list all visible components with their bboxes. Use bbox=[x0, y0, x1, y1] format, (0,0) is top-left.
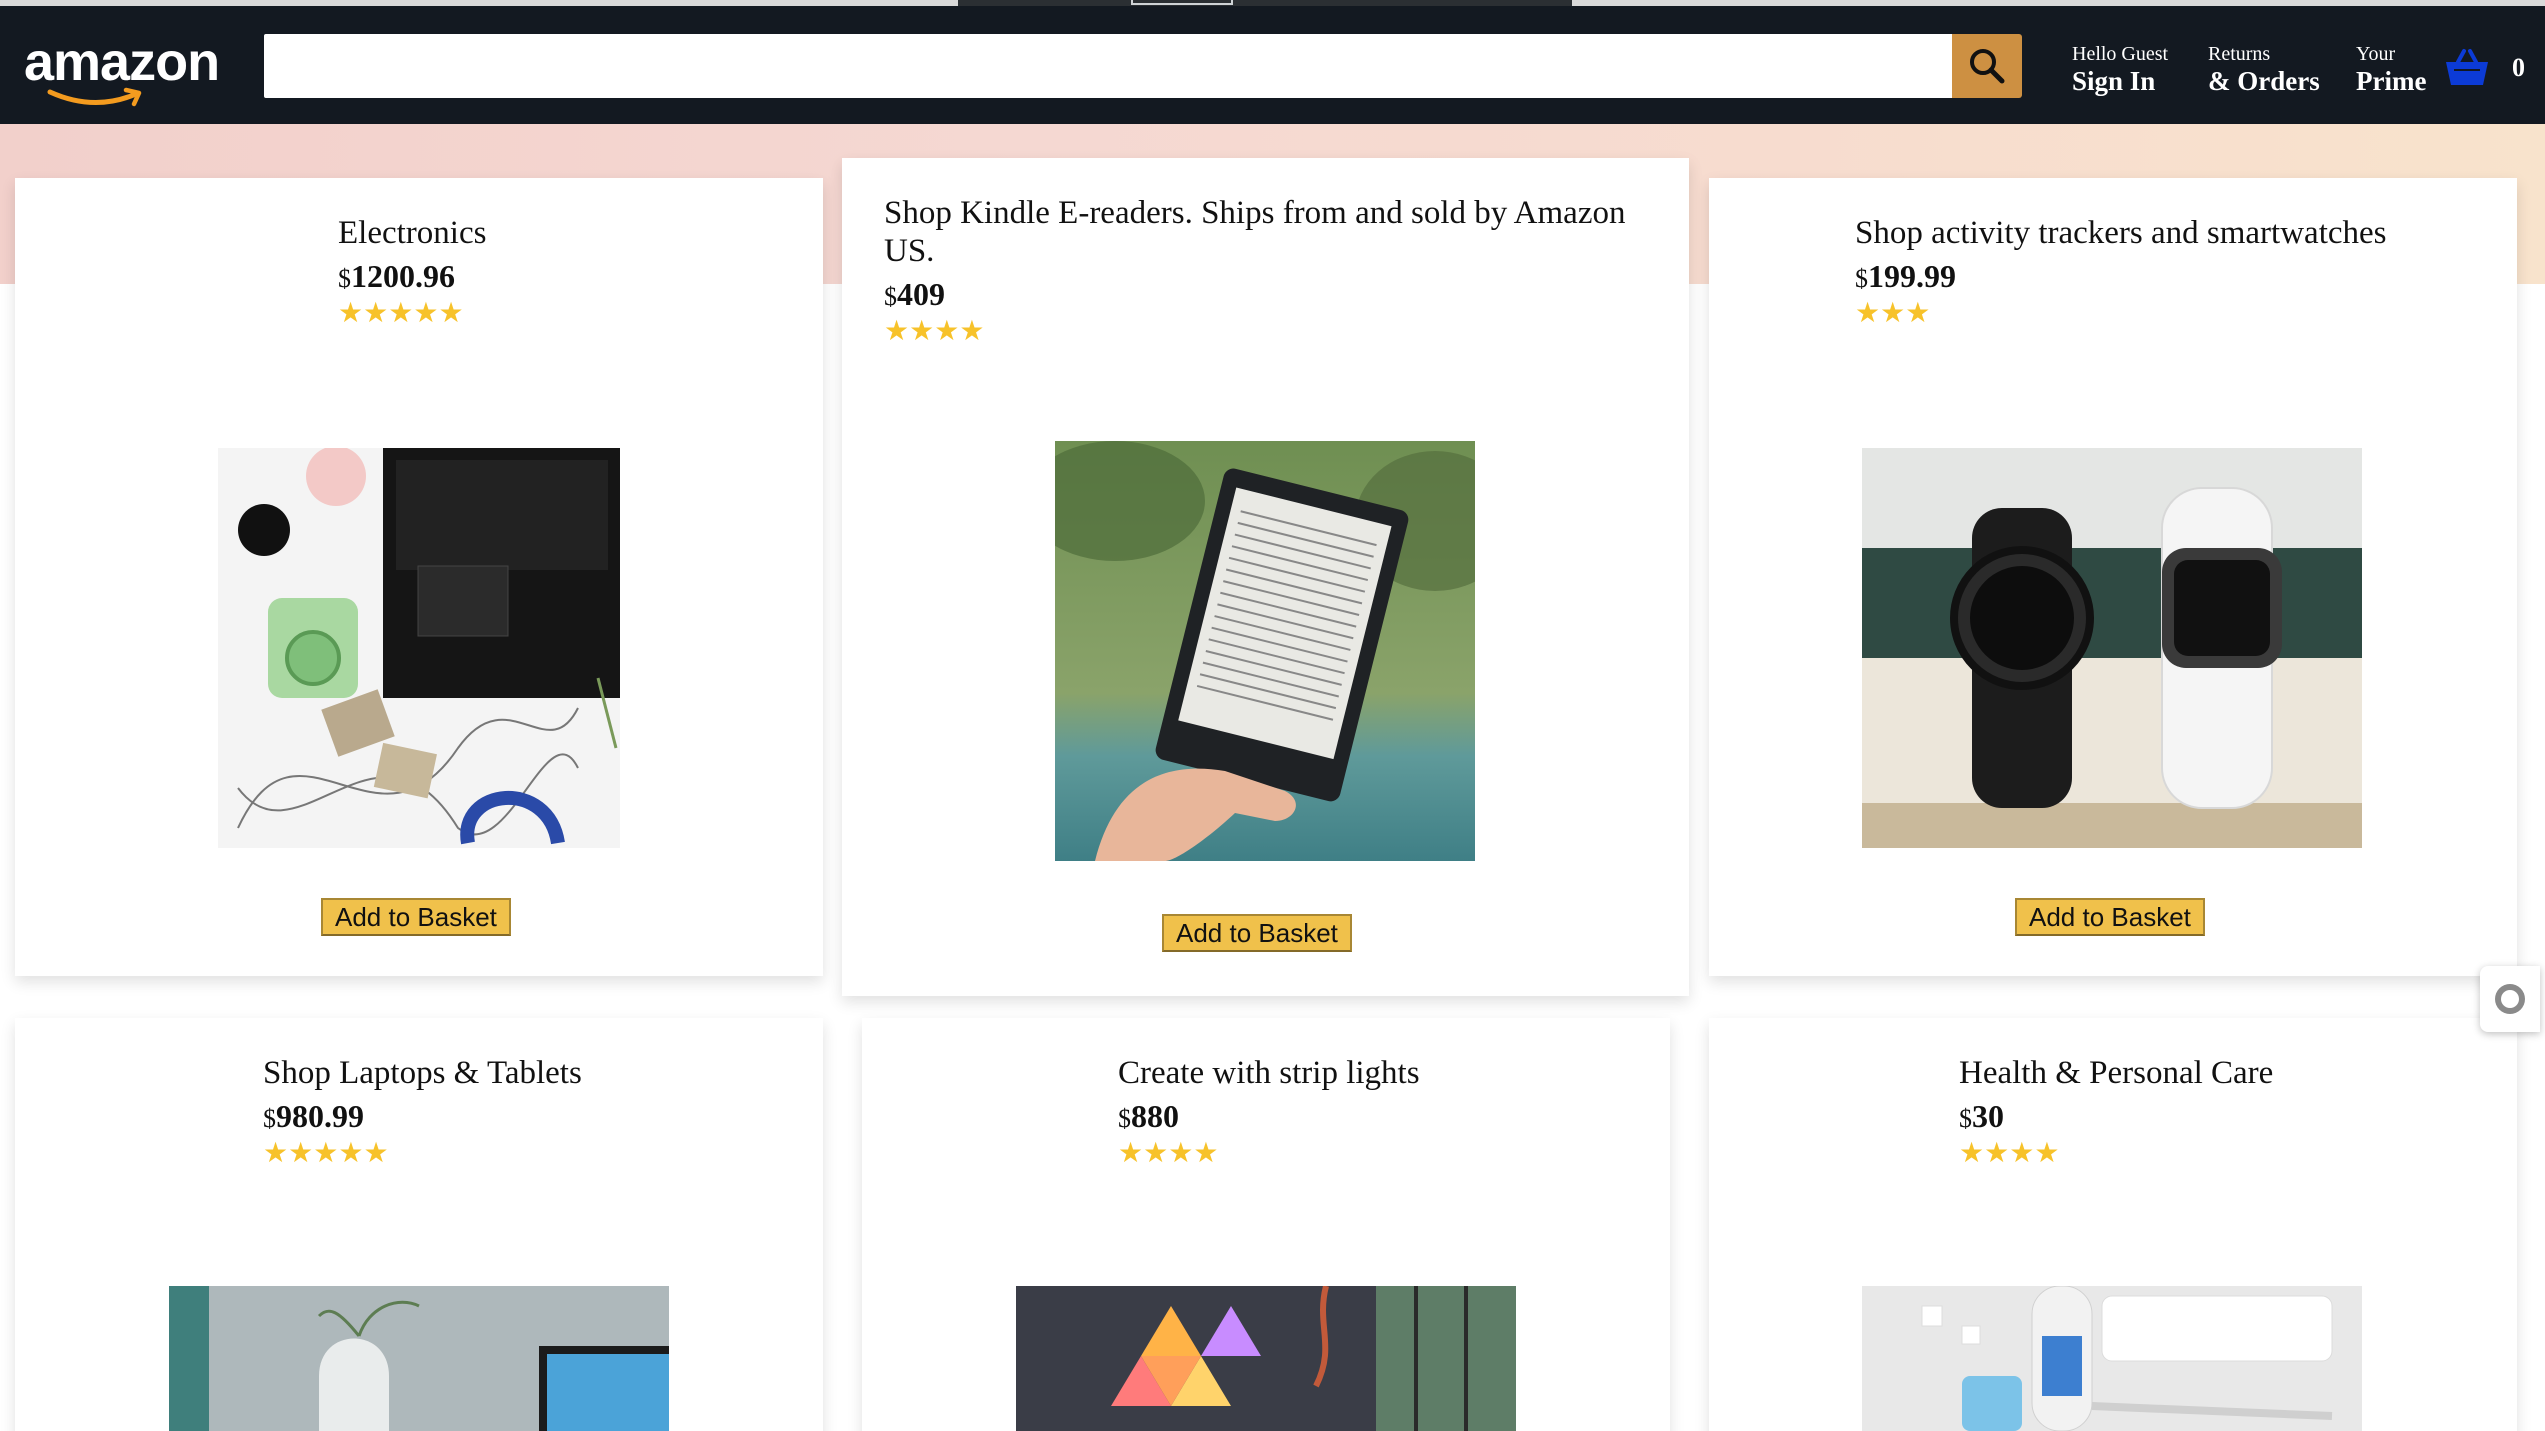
currency-symbol: $ bbox=[1855, 264, 1868, 293]
add-to-basket-button[interactable]: Add to Basket bbox=[321, 898, 511, 936]
product-info: Create with strip lights $880 ★ ★ ★ ★ bbox=[1118, 1054, 1420, 1171]
star-icon: ★ bbox=[438, 298, 464, 329]
star-icon: ★ bbox=[313, 1138, 339, 1169]
star-rating: ★ ★ ★ ★ ★ bbox=[338, 297, 486, 331]
currency-symbol: $ bbox=[263, 1104, 276, 1133]
nav-returns-line-one: Returns bbox=[2208, 43, 2271, 65]
star-icon: ★ bbox=[1880, 298, 1906, 329]
browser-tab-handle bbox=[1131, 0, 1233, 5]
product-title: Shop Kindle E-readers. Ships from and so… bbox=[884, 195, 1626, 269]
search-button[interactable] bbox=[1952, 34, 2022, 98]
product-image-kindle bbox=[1055, 441, 1475, 861]
header: amazon Hello Guest Sign In Returns & Ord… bbox=[0, 6, 2545, 124]
star-icon: ★ bbox=[884, 316, 910, 347]
basket-button[interactable]: 0 bbox=[2444, 46, 2525, 90]
currency-symbol: $ bbox=[338, 264, 351, 293]
product-price: $199.99 bbox=[1855, 256, 2387, 299]
basket-count: 0 bbox=[2512, 53, 2525, 82]
amazon-logo[interactable]: amazon bbox=[24, 32, 234, 112]
star-icon: ★ bbox=[2009, 1138, 2035, 1169]
search-input[interactable] bbox=[264, 34, 1952, 98]
star-icon: ★ bbox=[1984, 1138, 2010, 1169]
product-card: Shop activity trackers and smartwatches … bbox=[1709, 178, 2517, 976]
star-icon: ★ bbox=[2034, 1138, 2060, 1169]
nav-prime-line-one: Your bbox=[2356, 43, 2396, 65]
star-rating: ★ ★ ★ bbox=[1855, 297, 2387, 331]
star-icon: ★ bbox=[909, 316, 935, 347]
product-card: Health & Personal Care $30 ★ ★ ★ ★ bbox=[1709, 1018, 2517, 1431]
nav-sign-in-line-one: Hello Guest bbox=[2072, 43, 2169, 65]
price-amount: 880 bbox=[1131, 1098, 1179, 1134]
nav-returns-orders[interactable]: Returns & Orders bbox=[2208, 42, 2320, 96]
star-icon: ★ bbox=[363, 298, 389, 329]
product-title: Shop Laptops & Tablets bbox=[263, 1055, 582, 1091]
product-info: Electronics $1200.96 ★ ★ ★ ★ ★ bbox=[338, 214, 486, 331]
star-icon: ★ bbox=[363, 1138, 389, 1169]
star-rating: ★ ★ ★ ★ ★ bbox=[263, 1137, 582, 1171]
star-icon: ★ bbox=[1168, 1138, 1194, 1169]
product-price: $980.99 bbox=[263, 1096, 582, 1139]
star-rating: ★ ★ ★ ★ bbox=[1118, 1137, 1420, 1171]
star-icon: ★ bbox=[288, 1138, 314, 1169]
product-title: Create with strip lights bbox=[1118, 1055, 1420, 1091]
shopping-basket-icon bbox=[2446, 49, 2488, 85]
star-rating: ★ ★ ★ ★ bbox=[1959, 1137, 2273, 1171]
nav-sign-in[interactable]: Hello Guest Sign In bbox=[2072, 42, 2168, 96]
star-icon: ★ bbox=[1959, 1138, 1985, 1169]
logo-text: amazon bbox=[24, 32, 220, 92]
smile-arrow-icon bbox=[47, 87, 142, 107]
product-image-electronics bbox=[218, 448, 620, 848]
star-icon: ★ bbox=[338, 1138, 364, 1169]
floating-widget-button[interactable] bbox=[2480, 966, 2540, 1032]
star-icon: ★ bbox=[1905, 298, 1931, 329]
currency-symbol: $ bbox=[1959, 1104, 1972, 1133]
price-amount: 980.99 bbox=[276, 1098, 364, 1134]
product-image-strip-lights bbox=[1016, 1286, 1516, 1431]
star-icon: ★ bbox=[338, 298, 364, 329]
product-price: $880 bbox=[1118, 1096, 1420, 1139]
search-bar bbox=[264, 34, 2022, 98]
product-info: Shop Laptops & Tablets $980.99 ★ ★ ★ ★ ★ bbox=[263, 1054, 582, 1171]
product-card: Create with strip lights $880 ★ ★ ★ ★ bbox=[862, 1018, 1670, 1431]
product-title: Electronics bbox=[338, 215, 487, 251]
star-rating: ★ ★ ★ ★ bbox=[884, 315, 1664, 349]
product-title: Health & Personal Care bbox=[1959, 1055, 2274, 1091]
product-price: $409 bbox=[884, 274, 1664, 317]
star-icon: ★ bbox=[1143, 1138, 1169, 1169]
star-icon: ★ bbox=[934, 316, 960, 347]
product-price: $1200.96 bbox=[338, 256, 486, 299]
star-icon: ★ bbox=[1855, 298, 1881, 329]
nav-prime[interactable]: Your Prime bbox=[2356, 42, 2426, 96]
star-icon: ★ bbox=[1118, 1138, 1144, 1169]
price-amount: 30 bbox=[1972, 1098, 2004, 1134]
star-icon: ★ bbox=[413, 298, 439, 329]
star-icon: ★ bbox=[388, 298, 414, 329]
star-icon: ★ bbox=[263, 1138, 289, 1169]
price-amount: 199.99 bbox=[1868, 258, 1956, 294]
product-info: Shop Kindle E-readers. Ships from and so… bbox=[884, 194, 1664, 349]
currency-symbol: $ bbox=[884, 282, 897, 311]
nav-sign-in-line-two: Sign In bbox=[2072, 66, 2156, 96]
add-to-basket-button[interactable]: Add to Basket bbox=[2015, 898, 2205, 936]
star-icon: ★ bbox=[959, 316, 985, 347]
product-info: Shop activity trackers and smartwatches … bbox=[1855, 214, 2387, 331]
product-card: Shop Kindle E-readers. Ships from and so… bbox=[842, 158, 1689, 996]
product-info: Health & Personal Care $30 ★ ★ ★ ★ bbox=[1959, 1054, 2273, 1171]
circle-logo-icon bbox=[2495, 984, 2525, 1014]
nav-prime-line-two: Prime bbox=[2356, 66, 2427, 96]
price-amount: 1200.96 bbox=[351, 258, 455, 294]
product-card: Electronics $1200.96 ★ ★ ★ ★ ★ Add to Basket bbox=[15, 178, 823, 976]
star-icon: ★ bbox=[1193, 1138, 1219, 1169]
currency-symbol: $ bbox=[1118, 1104, 1131, 1133]
product-image-laptops bbox=[169, 1286, 669, 1431]
price-amount: 409 bbox=[897, 276, 945, 312]
product-image-smartwatches bbox=[1862, 448, 2362, 848]
product-image-health bbox=[1862, 1286, 2362, 1431]
product-card: Shop Laptops & Tablets $980.99 ★ ★ ★ ★ ★ bbox=[15, 1018, 823, 1431]
add-to-basket-button[interactable]: Add to Basket bbox=[1162, 914, 1352, 952]
product-title: Shop activity trackers and smartwatches bbox=[1855, 215, 2387, 251]
search-icon bbox=[1970, 49, 2005, 84]
nav-returns-line-two: & Orders bbox=[2208, 66, 2320, 96]
product-price: $30 bbox=[1959, 1096, 2273, 1139]
